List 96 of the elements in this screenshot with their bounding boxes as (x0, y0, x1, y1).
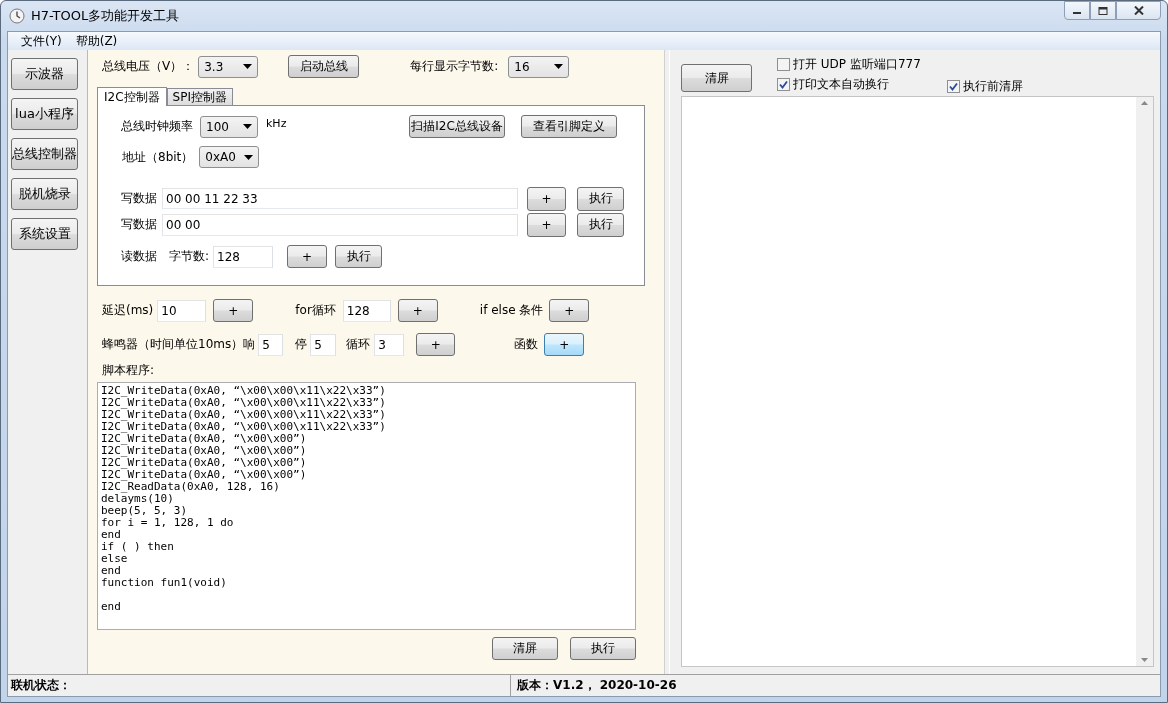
nav-button[interactable]: 总线控制器 (11, 138, 78, 170)
nav-button[interactable]: 系统设置 (11, 218, 78, 250)
maximize-button[interactable] (1090, 1, 1116, 20)
run-button[interactable]: 执行 (577, 186, 624, 211)
add-button[interactable]: + (544, 333, 585, 356)
loop-count-field[interactable]: 128 (342, 299, 391, 322)
label: 写数据 (121, 216, 157, 233)
code-line: if ( ) then (101, 541, 175, 553)
label: 地址（8bit） (122, 148, 194, 166)
bytes-per-line-dropdown[interactable]: 16 (508, 55, 570, 78)
label: if else 条件 (479, 302, 544, 319)
checkbox[interactable]: 打开 UDP 监听端口777 (777, 54, 921, 74)
window-title: H7-TOOL多功能开发工具 (31, 7, 181, 25)
beep-off-field[interactable]: 5 (310, 333, 337, 356)
caret-icon (554, 64, 564, 69)
label: 循环 (346, 336, 371, 353)
label: 停 (295, 336, 308, 353)
clear-button[interactable]: 清屏 (492, 637, 558, 660)
write-data-field[interactable]: 00 00 11 22 33 (162, 188, 518, 209)
byte-count-field[interactable]: 128 (213, 245, 274, 268)
checkbox-icon[interactable] (777, 57, 790, 71)
code-line: I2C_WriteData(0xA0, “\x00\x00\x11\x22\x33”) (101, 385, 387, 397)
label: 总线时钟频率 (121, 118, 193, 135)
script-editor[interactable] (97, 382, 636, 630)
add-button[interactable]: + (397, 299, 438, 322)
nav-button[interactable]: lua小程序 (11, 98, 78, 130)
run-button[interactable]: 执行 (570, 637, 636, 660)
code-line: for i = 1, 128, 1 do (101, 517, 235, 529)
code-line: else (101, 553, 129, 565)
label: kHz (266, 117, 287, 130)
label: 延迟(ms) (102, 302, 154, 319)
checkbox[interactable]: 打印文本自动换行 (777, 74, 921, 94)
label: 写数据 (121, 190, 157, 207)
label: 函数 (514, 336, 539, 353)
scan-button[interactable]: 扫描I2C总线设备 (409, 115, 505, 138)
code-line: I2C_WriteData(0xA0, “\x00\x00”) (101, 433, 308, 445)
checkbox[interactable]: 执行前清屏 (946, 76, 1023, 96)
tab[interactable]: SPI控制器 (166, 88, 233, 105)
label: 每行显示字节数: (410, 58, 499, 75)
scroll-down-icon[interactable] (1141, 658, 1148, 662)
checkbox-icon[interactable] (777, 77, 790, 91)
voltage-dropdown[interactable]: 3.3 (198, 55, 259, 78)
label: 脚本程序: (102, 361, 155, 379)
pin-definition-button[interactable]: 查看引脚定义 (521, 115, 617, 138)
address-dropdown[interactable]: 0xA0 (199, 146, 260, 168)
code-line: end (101, 565, 122, 577)
clock-icon (9, 8, 25, 24)
close-button[interactable] (1116, 1, 1161, 20)
clock-dropdown[interactable]: 100 (200, 115, 258, 138)
close-icon (1133, 6, 1144, 15)
add-button[interactable]: + (416, 333, 456, 356)
delay-field[interactable]: 10 (157, 299, 207, 322)
minimize-button[interactable] (1064, 1, 1090, 20)
code-line: I2C_WriteData(0xA0, “\x00\x00”) (101, 469, 308, 481)
label: 蜂鸣器（时间单位10ms）响 (102, 336, 256, 353)
code-line: function fun1(void) (101, 577, 228, 589)
code-line: I2C_WriteData(0xA0, “\x00\x00\x11\x22\x33”) (101, 397, 387, 409)
code-line: I2C_WriteData(0xA0, “\x00\x00\x11\x22\x33”) (101, 409, 387, 421)
checkbox-icon[interactable] (946, 79, 960, 93)
caret-icon (243, 124, 252, 129)
add-button[interactable]: + (287, 245, 328, 268)
menu-item[interactable]: 文件(Y) (14, 32, 69, 50)
label: 读数据 (121, 248, 157, 265)
label: for循环 (295, 302, 336, 319)
code-line: beep(5, 5, 3) (101, 505, 189, 517)
code-line: I2C_WriteData(0xA0, “\x00\x00\x11\x22\x33”) (101, 421, 387, 433)
connection-status: 联机状态： (11, 677, 71, 694)
beep-on-field[interactable]: 5 (258, 333, 284, 356)
caret-icon (243, 64, 253, 69)
label: 总线电压（V）： (102, 58, 195, 75)
caret-icon (244, 154, 254, 160)
start-bus-button[interactable]: 启动总线 (288, 55, 360, 78)
beep-loop-field[interactable]: 3 (374, 333, 405, 356)
run-button[interactable]: 执行 (335, 245, 383, 268)
code-line: delayms(10) (101, 493, 174, 505)
code-line: I2C_ReadData(0xA0, 128, 16) (101, 481, 281, 493)
scrollbar[interactable] (1136, 97, 1153, 666)
maximize-icon (1098, 6, 1108, 15)
write-data-field[interactable]: 00 00 (162, 213, 518, 236)
run-button[interactable]: 执行 (577, 212, 624, 237)
add-button[interactable]: + (527, 212, 566, 237)
add-button[interactable]: + (527, 186, 566, 211)
code-line: I2C_WriteData(0xA0, “\x00\x00”) (101, 445, 308, 457)
scroll-up-icon[interactable] (1141, 101, 1148, 105)
nav-button[interactable]: 脱机烧录 (11, 178, 78, 210)
code-line: end (101, 599, 122, 613)
tab[interactable]: I2C控制器 (97, 87, 167, 106)
code-line: I2C_WriteData(0xA0, “\x00\x00”) (101, 457, 308, 469)
clear-button[interactable]: 清屏 (681, 64, 752, 92)
add-button[interactable]: + (213, 299, 254, 322)
nav-button[interactable]: 示波器 (11, 58, 78, 90)
label: 字节数: (169, 248, 210, 265)
menu-item[interactable]: 帮助(Z) (68, 32, 125, 50)
code-line: end (101, 529, 122, 541)
add-button[interactable]: + (549, 299, 590, 322)
version-text: 版本：V1.2， 2020-10-26 (516, 677, 677, 694)
